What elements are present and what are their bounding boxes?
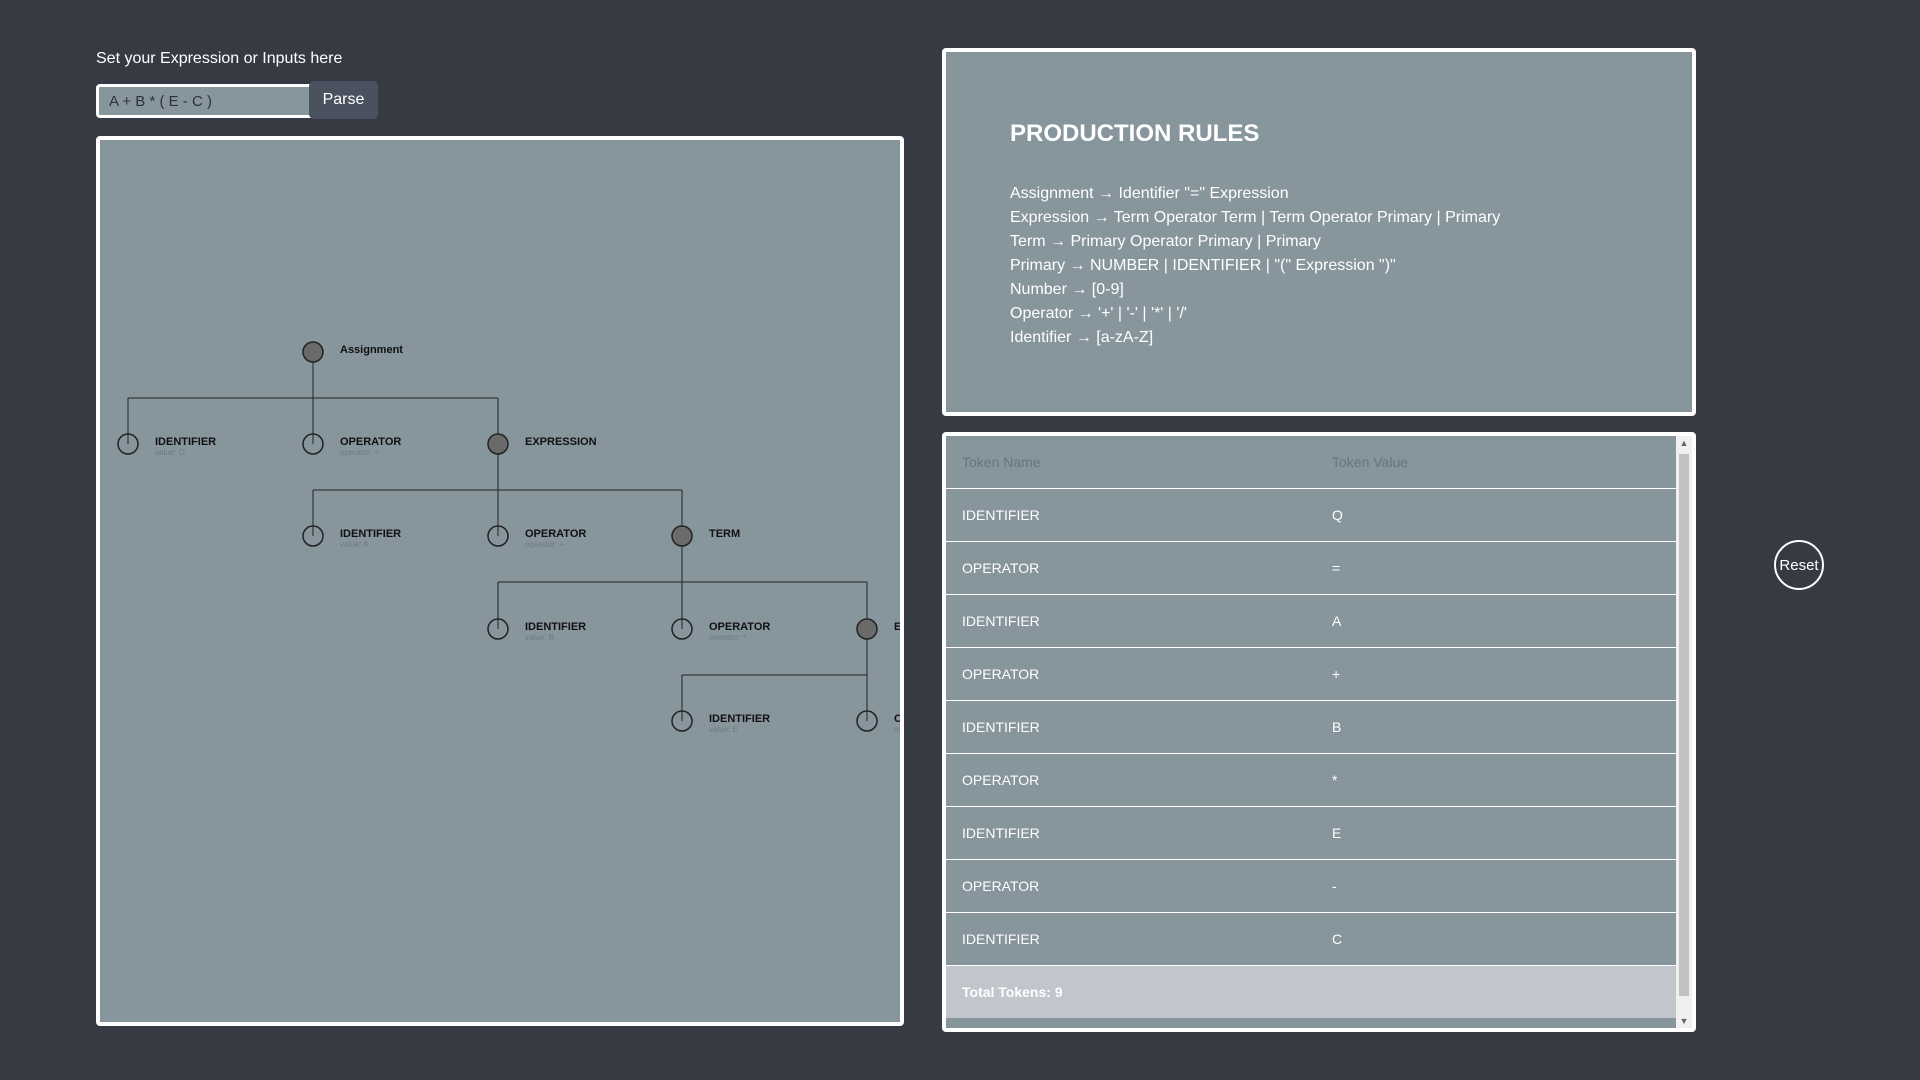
rule-item: Term → Primary Operator Primary | Primar… [1010, 233, 1321, 250]
column-header-token-value: Token Value [1332, 454, 1409, 470]
tree-node-label: EXPRESSION [894, 621, 900, 633]
tree-node-value: operator: + [525, 540, 564, 549]
tree-node-label: OPERATOR [525, 528, 586, 540]
vertical-scrollbar[interactable]: ▲ ▼ [1676, 436, 1692, 1028]
rules-title: PRODUCTION RULES [1010, 120, 1260, 147]
table-row: OPERATOR - [946, 860, 1676, 913]
token-value: A [1332, 613, 1342, 629]
tree-node-label: TERM [709, 528, 740, 540]
tree-node-label: IDENTIFIER [709, 713, 770, 725]
token-name: IDENTIFIER [962, 719, 1040, 735]
token-value: * [1332, 772, 1338, 788]
token-name: IDENTIFIER [962, 825, 1040, 841]
token-value: Q [1332, 507, 1343, 523]
token-name: IDENTIFIER [962, 931, 1040, 947]
total-tokens-footer: Total Tokens: 9 [946, 966, 1676, 1018]
expression-label: Set your Expression or Inputs here [96, 50, 343, 67]
token-name: IDENTIFIER [962, 507, 1040, 523]
tokens-panel: Token Name Token Value IDENTIFIER Q OPER… [942, 432, 1696, 1032]
rules-list: Assignment → Identifier "=" Expression E… [1010, 182, 1500, 350]
table-header: Token Name Token Value [946, 436, 1676, 489]
table-row: OPERATOR * [946, 754, 1676, 807]
rule-item: Identifier → [a-zA-Z] [1010, 329, 1154, 346]
production-rules-panel: PRODUCTION RULES Assignment → Identifier… [942, 48, 1696, 416]
rule-item: Assignment → Identifier "=" Expression [1010, 185, 1289, 202]
tokens-table: Token Name Token Value IDENTIFIER Q OPER… [946, 436, 1676, 1018]
tree-node-term [671, 525, 693, 547]
table-row: IDENTIFIER E [946, 807, 1676, 860]
tree-node-value: operator: * [709, 633, 746, 642]
tree-node-label: IDENTIFIER [525, 621, 586, 633]
table-row: OPERATOR = [946, 542, 1676, 595]
table-row: IDENTIFIER Q [946, 489, 1676, 542]
token-value: E [1332, 825, 1342, 841]
scroll-down-arrow-icon[interactable]: ▼ [1676, 1014, 1692, 1028]
tree-node-label: IDENTIFIER [155, 436, 216, 448]
token-name: OPERATOR [962, 666, 1040, 682]
rule-item: Operator → '+' | '-' | '*' | '/' [1010, 305, 1187, 322]
token-value: + [1332, 666, 1341, 682]
tree-node-value: value: Q [155, 448, 185, 457]
token-name: OPERATOR [962, 878, 1040, 894]
token-value: = [1332, 560, 1341, 576]
tree-node-label: OPERATOR [894, 713, 900, 725]
table-row: IDENTIFIER B [946, 701, 1676, 754]
tree-node-value: operator: - [894, 725, 900, 734]
tree-node-label: EXPRESSION [525, 436, 597, 448]
table-row: IDENTIFIER C [946, 913, 1676, 966]
tree-node-value: value: B [525, 633, 554, 642]
tree-node-assignment [302, 341, 324, 363]
token-name: OPERATOR [962, 560, 1040, 576]
tree-node-value: value: A [340, 540, 369, 549]
scroll-up-arrow-icon[interactable]: ▲ [1676, 436, 1692, 450]
rule-item: Number → [0-9] [1010, 281, 1124, 298]
table-row: OPERATOR + [946, 648, 1676, 701]
tree-node-label: OPERATOR [709, 621, 770, 633]
scrollbar-thumb[interactable] [1679, 454, 1689, 996]
parse-tree: AssignmentIDENTIFIERvalue: QOPERATORoper… [117, 341, 900, 734]
tree-node-expression-2 [856, 618, 878, 640]
tree-node-label: OPERATOR [340, 436, 401, 448]
tree-node-label: IDENTIFIER [340, 528, 401, 540]
expression-input[interactable] [96, 84, 316, 118]
token-name: IDENTIFIER [962, 613, 1040, 629]
tree-node-label: Assignment [340, 344, 403, 356]
tree-node-value: value: E [709, 725, 738, 734]
rule-item: Expression → Term Operator Term | Term O… [1010, 209, 1501, 226]
rule-item: Primary → NUMBER | IDENTIFIER | "(" Expr… [1010, 257, 1396, 274]
table-row: IDENTIFIER A [946, 595, 1676, 648]
token-value: - [1332, 878, 1337, 894]
tree-node-value: operator: = [340, 448, 379, 457]
column-header-token-name: Token Name [962, 454, 1041, 470]
reset-button[interactable]: Reset [1774, 540, 1824, 590]
token-value: C [1332, 931, 1343, 947]
parse-tree-panel: Assignment IDENTIFIER value: Q OPERATOR oper… [96, 136, 904, 1026]
token-value: B [1332, 719, 1342, 735]
token-name: OPERATOR [962, 772, 1040, 788]
tree-node-expression [487, 433, 509, 455]
parse-button[interactable]: Parse [309, 81, 378, 119]
